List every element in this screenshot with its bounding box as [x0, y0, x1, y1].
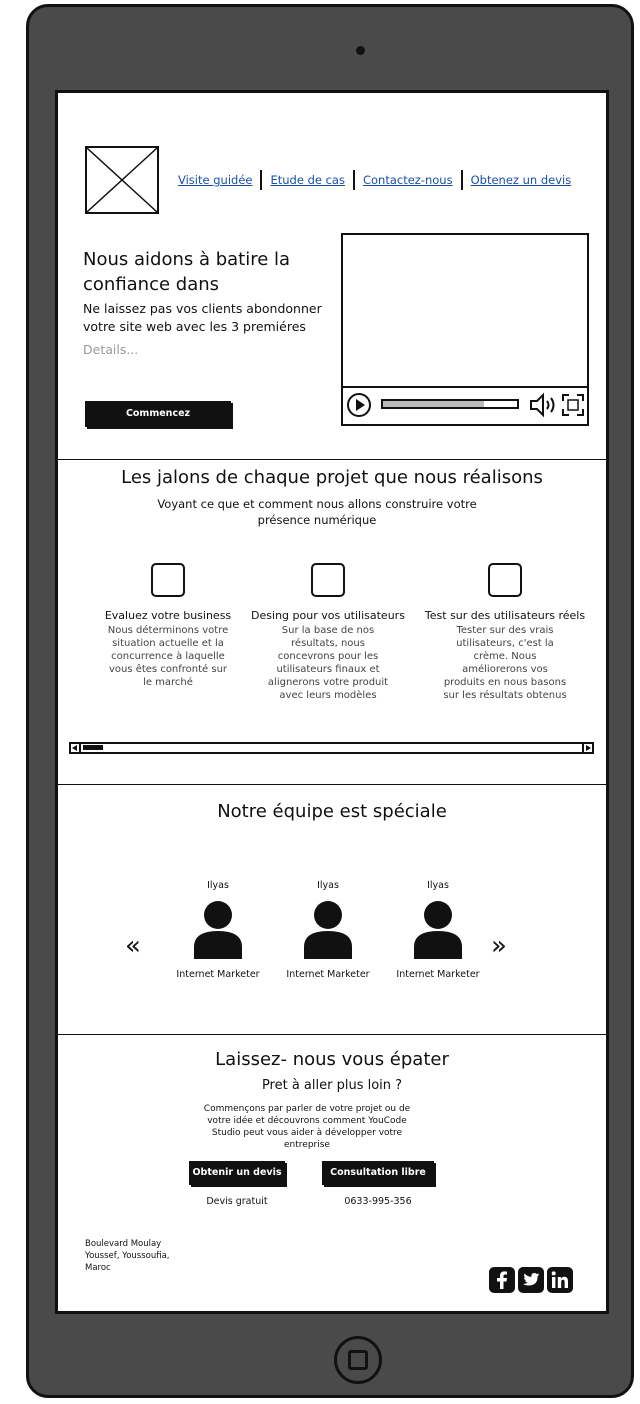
milestone-title: Test sur des utilisateurs réels: [424, 609, 586, 622]
team-member: Ilyas Internet Marketer: [278, 880, 378, 980]
nav-contactez-nous[interactable]: Contactez-nous: [355, 173, 461, 187]
milestone-item: Evaluez votre business Nous déterminons …: [88, 563, 248, 689]
phone-number: 0633-995-356: [344, 1196, 412, 1207]
home-button[interactable]: [334, 1336, 382, 1384]
fullscreen-icon[interactable]: [561, 393, 585, 417]
team-prev-arrow[interactable]: «: [125, 931, 141, 961]
checkbox-icon[interactable]: [151, 563, 185, 597]
video-player[interactable]: [341, 233, 589, 426]
logo-placeholder: [85, 146, 159, 214]
wow-text: Commençons par parler de votre projet ou…: [203, 1104, 411, 1150]
horizontal-scrollbar[interactable]: [69, 742, 594, 754]
member-name: Ilyas: [427, 880, 449, 891]
user-avatar-icon: [304, 901, 352, 959]
linkedin-icon[interactable]: [547, 1267, 573, 1293]
user-avatar-icon: [194, 901, 242, 959]
section-divider: [58, 1034, 606, 1035]
team-member: Ilyas Internet Marketer: [388, 880, 488, 980]
section-divider: [58, 784, 606, 785]
twitter-icon[interactable]: [518, 1267, 544, 1293]
top-nav: Visite guidée Etude de cas Contactez-nou…: [176, 170, 579, 190]
scroll-thumb[interactable]: [83, 745, 103, 750]
member-role: Internet Marketer: [396, 969, 480, 980]
milestone-title: Evaluez votre business: [104, 609, 232, 622]
team-title: Notre équipe est spéciale: [217, 801, 447, 822]
quote-caption: Devis gratuit: [206, 1196, 268, 1207]
team-member: Ilyas Internet Marketer: [168, 880, 268, 980]
member-role: Internet Marketer: [286, 969, 370, 980]
milestone-item: Test sur des utilisateurs réels Tester s…: [422, 563, 588, 702]
milestone-desc: Sur la base de nos résultats, nous conce…: [267, 625, 389, 701]
milestones-title: Les jalons de chaque projet que nous réa…: [121, 467, 543, 488]
get-quote-button[interactable]: Obtenir un devis: [189, 1161, 285, 1185]
nav-obtenez-un-devis[interactable]: Obtenez un devis: [463, 173, 580, 187]
scroll-left-icon[interactable]: [71, 744, 81, 752]
milestone-desc: Tester sur des vrais utilisateurs, c'est…: [443, 625, 567, 701]
member-role: Internet Marketer: [176, 969, 260, 980]
section-divider: [58, 459, 606, 460]
scroll-right-icon[interactable]: [582, 744, 592, 752]
social-links: [489, 1267, 573, 1293]
milestone-title: Desing pour vos utilisateurs: [251, 609, 405, 622]
video-progress-fill: [383, 401, 484, 407]
nav-visite-guidee[interactable]: Visite guidée: [176, 173, 260, 187]
milestone-desc: Nous déterminons votre situation actuell…: [107, 625, 229, 688]
member-name: Ilyas: [317, 880, 339, 891]
wow-title: Laissez- nous vous épater: [215, 1049, 449, 1070]
footer-address: Boulevard Moulay Youssef, Youssoufia, Ma…: [85, 1239, 170, 1273]
start-now-button[interactable]: Commencez immédiatement: [85, 401, 231, 445]
camera-dot: [356, 46, 365, 55]
milestones-subtitle: Voyant ce que et comment nous allons con…: [157, 497, 477, 527]
video-progress-bar[interactable]: [381, 399, 519, 409]
video-controls: [343, 386, 587, 424]
hero-title: Nous aidons à batire la confiance dans: [83, 249, 291, 295]
nav-etude-de-cas[interactable]: Etude de cas: [262, 173, 353, 187]
hero-subtitle: Ne laissez pas vos clients abondonner vo…: [83, 301, 322, 334]
wow-subtitle: Pret à aller plus loin ?: [261, 1078, 403, 1093]
user-avatar-icon: [414, 901, 462, 959]
screen: Visite guidée Etude de cas Contactez-nou…: [55, 90, 609, 1314]
hero-details-link[interactable]: Details...: [83, 342, 138, 357]
checkbox-icon[interactable]: [311, 563, 345, 597]
member-name: Ilyas: [207, 880, 229, 891]
team-next-arrow[interactable]: »: [491, 931, 507, 961]
milestone-item: Desing pour vos utilisateurs Sur la base…: [248, 563, 408, 702]
volume-icon[interactable]: [529, 392, 557, 418]
free-consultation-button[interactable]: Consultation libre: [322, 1161, 434, 1185]
checkbox-icon[interactable]: [488, 563, 522, 597]
play-icon[interactable]: [347, 393, 371, 417]
facebook-icon[interactable]: [489, 1267, 515, 1293]
